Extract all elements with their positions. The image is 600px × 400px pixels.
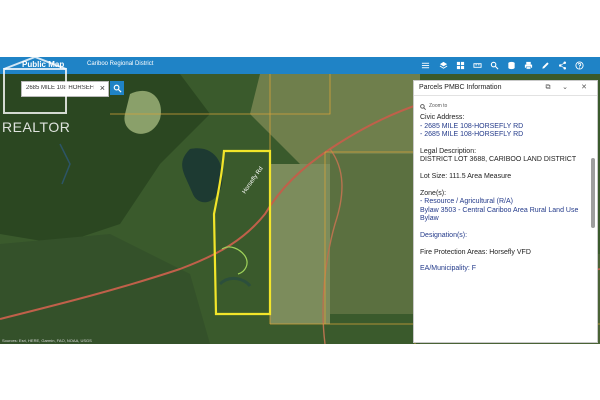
designations-label: Designation(s): <box>420 231 468 239</box>
zones-label: Zone(s): <box>420 189 447 197</box>
civic-address-line: - 2685 MILE 108-HORSEFLY RD <box>420 131 524 139</box>
map-attribution: Sources: Esri, HERE, Garmin, FAO, NOAA, … <box>2 338 92 343</box>
bylaw-value: Bylaw 3503 - Central Cariboo Area Rural … <box>420 206 579 223</box>
search-icon <box>113 84 122 93</box>
dock-icon[interactable]: ⧉ <box>543 83 553 93</box>
share-icon[interactable] <box>557 60 568 71</box>
search-input[interactable]: 2685 MILE 108 HORSEFL... × <box>21 81 109 97</box>
help-icon[interactable] <box>574 60 585 71</box>
list-icon[interactable] <box>420 60 431 71</box>
measure-icon[interactable] <box>472 60 483 71</box>
draw-icon[interactable] <box>540 60 551 71</box>
app-title: Public Map <box>22 60 65 69</box>
layers-icon[interactable] <box>438 60 449 71</box>
zoom-to-label: Zoom to <box>429 103 448 109</box>
legal-description-value: DISTRICT LOT 3688, CARIBOO LAND DISTRICT <box>420 156 577 164</box>
query-icon[interactable] <box>489 60 500 71</box>
panel-content: Civic Address: - 2685 MILE 108-HORSEFLY … <box>420 114 585 274</box>
basemap-icon[interactable] <box>455 60 466 71</box>
chevron-down-icon[interactable]: ⌄ <box>560 83 570 93</box>
zone-value: - Resource / Agricultural (R/A) <box>420 198 513 206</box>
scrollbar-thumb[interactable] <box>591 158 595 228</box>
database-icon[interactable] <box>506 60 517 71</box>
zoom-icon <box>420 104 426 110</box>
ea-municipality: EA/Municipality: F <box>420 265 477 273</box>
panel-title: Parcels PMBC Information <box>419 84 502 91</box>
civic-address-line: - 2685 MILE 108-HORSEFLY RD <box>420 122 524 130</box>
search-input-value: 2685 MILE 108 HORSEFL... <box>26 85 94 91</box>
civic-address-label: Civic Address: <box>420 114 465 121</box>
panel-header: Parcels PMBC Information ⧉ ⌄ ✕ <box>414 81 597 96</box>
print-icon[interactable] <box>523 60 534 71</box>
search-button[interactable] <box>110 81 124 95</box>
legal-description-label: Legal Description: <box>420 147 477 155</box>
lot-size: Lot Size: 111.5 Area Measure <box>420 172 512 180</box>
district-name: Cariboo Regional District <box>87 61 154 67</box>
map-app: Public Map Cariboo Regional District Hor… <box>0 57 600 344</box>
fire-protection-area: Fire Protection Areas: Horsefly VFD <box>420 248 531 256</box>
panel-scrollbar[interactable] <box>591 116 595 326</box>
close-icon[interactable]: ✕ <box>579 83 589 93</box>
clear-search-icon[interactable]: × <box>100 83 105 93</box>
parcel-info-panel: Parcels PMBC Information ⧉ ⌄ ✕ Zoom to C… <box>413 80 598 343</box>
top-bar: Public Map Cariboo Regional District <box>0 57 600 74</box>
